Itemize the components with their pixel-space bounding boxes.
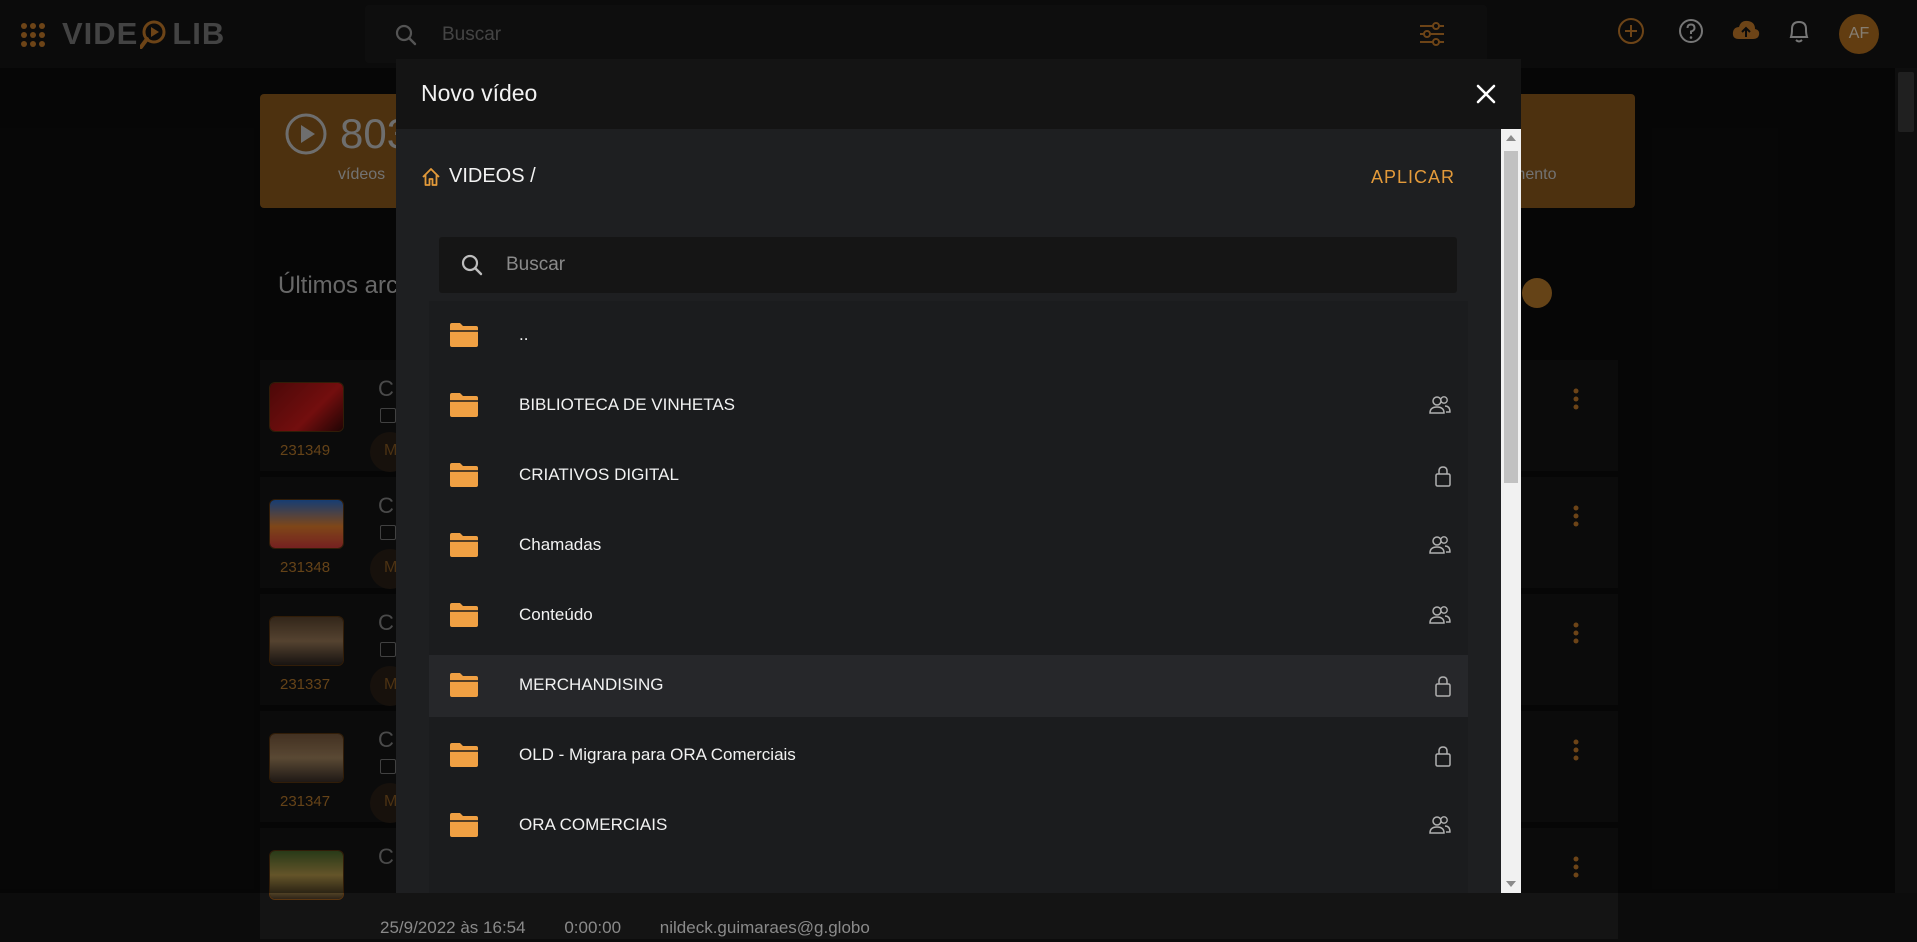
- folder-icon: [449, 672, 479, 703]
- folder-row[interactable]: ORA COMERCIAIS: [429, 795, 1468, 857]
- users-icon: [1428, 395, 1452, 420]
- folder-row[interactable]: CRIATIVOS DIGITAL: [429, 445, 1468, 507]
- users-icon: [1428, 605, 1452, 630]
- dialog-scrollbar[interactable]: [1501, 129, 1521, 893]
- folder-search-placeholder: Buscar: [506, 254, 566, 275]
- video-user: nildeck.guimaraes@g.globo: [659, 918, 870, 937]
- home-icon[interactable]: [421, 167, 441, 187]
- folder-name: BIBLIOTECA DE VINHETAS: [519, 395, 736, 414]
- folder-name: Conteúdo: [519, 605, 593, 624]
- folder-name: ..: [519, 325, 529, 344]
- close-icon[interactable]: [1475, 83, 1497, 105]
- new-video-dialog: Novo vídeo VIDEOS / APLICAR Buscar .. BIB…: [396, 59, 1521, 893]
- folder-search-input[interactable]: Buscar: [439, 237, 1457, 293]
- dialog-title: Novo vídeo: [421, 80, 538, 106]
- dialog-header: Novo vídeo: [396, 59, 1521, 129]
- folder-row[interactable]: OLD - Migrara para ORA Comerciais: [429, 725, 1468, 787]
- folder-icon: [449, 392, 479, 423]
- video-date: 25/9/2022 às 16:54: [380, 918, 526, 937]
- breadcrumb: VIDEOS /: [421, 165, 536, 188]
- lock-icon: [1434, 745, 1452, 772]
- lock-icon: [1434, 465, 1452, 492]
- users-icon: [1428, 535, 1452, 560]
- folder-name: MERCHANDISING: [519, 675, 664, 694]
- folder-icon: [449, 532, 479, 563]
- folder-icon: [449, 322, 479, 353]
- dialog-body: VIDEOS / APLICAR Buscar .. BIBLIOTECA DE …: [396, 129, 1501, 893]
- folder-icon: [449, 812, 479, 843]
- folder-icon: [449, 602, 479, 633]
- folder-icon: [449, 462, 479, 493]
- folder-row[interactable]: BIBLIOTECA DE VINHETAS: [429, 375, 1468, 437]
- apply-button[interactable]: APLICAR: [1371, 167, 1455, 188]
- folder-row[interactable]: Conteúdo: [429, 585, 1468, 647]
- folder-name: Chamadas: [519, 535, 602, 554]
- video-meta: 25/9/2022 às 16:54 0:00:00 nildeck.guima…: [380, 918, 870, 938]
- folder-row[interactable]: Chamadas: [429, 515, 1468, 577]
- folder-row[interactable]: MERCHANDISING: [429, 655, 1468, 717]
- scroll-up-arrow-icon[interactable]: [1506, 135, 1516, 141]
- folder-name: CRIATIVOS DIGITAL: [519, 465, 679, 484]
- dialog-scrollbar-thumb[interactable]: [1504, 151, 1518, 483]
- users-icon: [1428, 815, 1452, 840]
- folder-name: OLD - Migrara para ORA Comerciais: [519, 745, 796, 764]
- search-icon: [461, 254, 483, 276]
- lock-icon: [1434, 675, 1452, 702]
- folder-list: .. BIBLIOTECA DE VINHETAS CRIATIVOS DIGITA…: [429, 301, 1468, 893]
- breadcrumb-path[interactable]: VIDEOS /: [449, 165, 536, 188]
- folder-icon: [449, 742, 479, 773]
- video-duration: 0:00:00: [564, 918, 622, 937]
- scroll-down-arrow-icon[interactable]: [1506, 881, 1516, 887]
- folder-name: ORA COMERCIAIS: [519, 815, 668, 834]
- folder-row[interactable]: ..: [429, 305, 1468, 367]
